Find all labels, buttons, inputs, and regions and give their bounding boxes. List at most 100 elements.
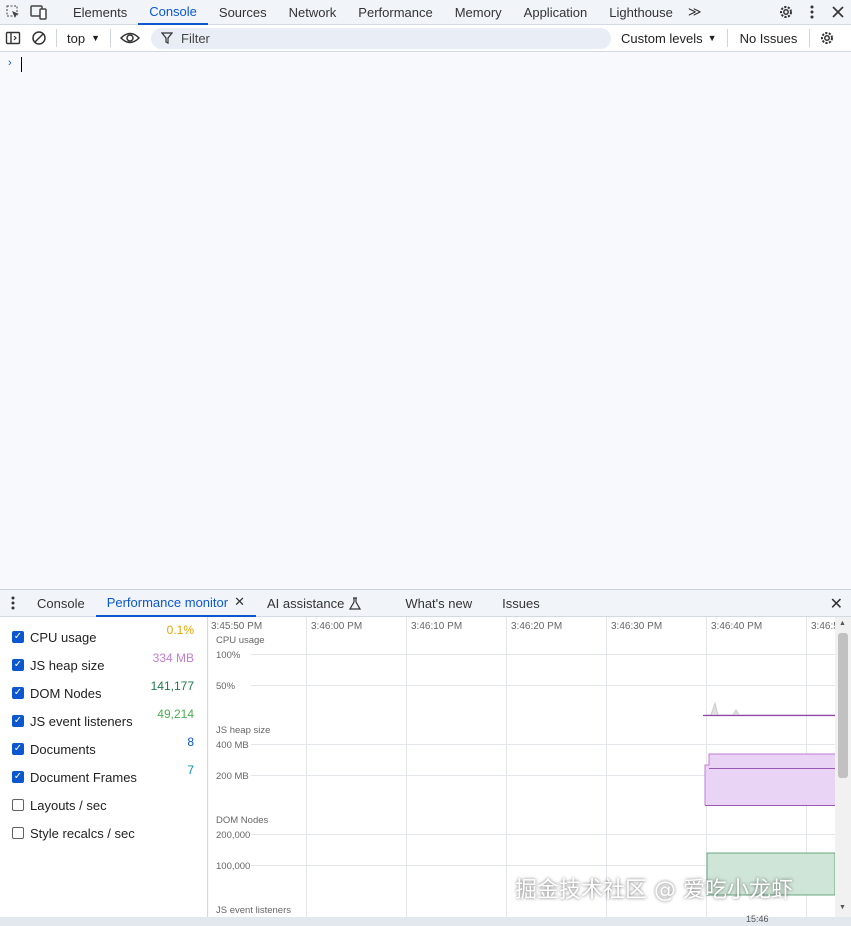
tab-console[interactable]: Console xyxy=(138,0,208,25)
metric-label: Document Frames xyxy=(30,769,137,785)
drawer-tab-label: AI assistance xyxy=(267,595,345,611)
time-label: 3:46:20 PM xyxy=(511,621,562,632)
console-settings-icon[interactable] xyxy=(814,26,840,50)
metric-style-recalcs-per-sec[interactable]: Style recalcs / sec xyxy=(12,823,202,843)
metric-label: JS event listeners xyxy=(30,713,133,729)
chevron-down-icon: ▼ xyxy=(707,33,717,43)
sidebar-toggle-icon[interactable] xyxy=(0,26,26,50)
console-toolbar: top ▼ Filter Custom levels ▼ No Issues xyxy=(0,25,851,52)
metric-value: 141,177 xyxy=(150,679,194,693)
metric-label: Documents xyxy=(30,741,96,757)
close-icon[interactable] xyxy=(825,0,851,24)
metric-value: 49,214 xyxy=(157,707,194,721)
settings-icon[interactable] xyxy=(773,0,799,24)
time-label: 3:45:50 PM xyxy=(211,621,262,632)
scroll-up-icon[interactable]: ▲ xyxy=(839,620,846,627)
drawer-tab-issues[interactable]: Issues xyxy=(491,590,551,617)
close-tab-icon[interactable]: ✕ xyxy=(234,594,245,610)
tab-sources[interactable]: Sources xyxy=(208,0,278,24)
chevron-down-icon: ▼ xyxy=(91,33,100,43)
metric-value: 0.1% xyxy=(166,623,194,637)
metric-js-heap-size[interactable]: ✓ JS heap size 334 MB xyxy=(12,651,202,675)
text-caret xyxy=(21,57,22,72)
metric-document-frames[interactable]: ✓ Document Frames 7 xyxy=(12,763,202,787)
metric-dom-nodes[interactable]: ✓ DOM Nodes 141,177 xyxy=(12,679,202,703)
tab-lighthouse[interactable]: Lighthouse xyxy=(598,0,684,24)
panel-tab-bar: Elements Console Sources Network Perform… xyxy=(0,0,851,25)
cpu-series xyxy=(705,701,835,716)
divider xyxy=(56,29,57,47)
dom-tick-label: 100,000 xyxy=(216,861,250,872)
listeners-graph-title: JS event listeners xyxy=(216,905,291,916)
filter-icon xyxy=(161,32,173,44)
drawer-tab-whats-new[interactable]: What's new xyxy=(394,590,483,617)
more-tabs-icon[interactable]: ≫ xyxy=(684,0,706,24)
drawer-tab-label: Performance monitor xyxy=(106,594,229,610)
time-label: 3:46:00 PM xyxy=(311,621,362,632)
metric-label: CPU usage xyxy=(30,629,97,645)
divider xyxy=(809,29,811,47)
horizontal-scrollbar[interactable]: 15:46 xyxy=(0,914,851,926)
dom-graph-title: DOM Nodes xyxy=(216,815,269,826)
watermark-text: 掘金技术社区 @ 爱吃小龙虾 xyxy=(515,878,793,903)
filter-input[interactable]: Filter xyxy=(151,27,611,49)
console-prompt-icon: › xyxy=(8,57,12,69)
flask-icon xyxy=(349,596,362,610)
tab-memory[interactable]: Memory xyxy=(444,0,513,24)
log-levels-label: Custom levels xyxy=(621,30,703,46)
checkbox-checked-icon[interactable]: ✓ xyxy=(12,631,24,643)
live-expression-eye-icon[interactable] xyxy=(115,26,145,50)
checkbox-checked-icon[interactable]: ✓ xyxy=(12,771,24,783)
checkbox-unchecked-icon[interactable] xyxy=(12,799,24,811)
scroll-down-icon[interactable]: ▼ xyxy=(839,904,846,911)
clear-console-icon[interactable] xyxy=(26,26,52,50)
metrics-list: ✓ CPU usage 0.1% ✓ JS heap size 334 MB ✓… xyxy=(0,617,208,917)
tab-performance[interactable]: Performance xyxy=(347,0,443,24)
drawer-tab-console[interactable]: Console xyxy=(26,590,96,617)
vertical-scrollbar[interactable]: ▲ ▼ xyxy=(835,617,851,917)
tab-elements[interactable]: Elements xyxy=(62,0,138,24)
drawer-menu-icon[interactable] xyxy=(0,591,26,615)
time-label: 3:46:10 PM xyxy=(411,621,462,632)
heap-area-series xyxy=(705,754,835,805)
dom-tick-label: 200,000 xyxy=(216,830,250,841)
metric-label: JS heap size xyxy=(30,657,105,673)
inspect-element-icon[interactable] xyxy=(0,0,26,24)
heap-graph-title: JS heap size xyxy=(216,725,270,736)
issues-button[interactable]: No Issues xyxy=(732,31,806,46)
metric-label: Style recalcs / sec xyxy=(30,825,135,841)
checkbox-checked-icon[interactable]: ✓ xyxy=(12,659,24,671)
context-label: top xyxy=(67,30,86,46)
checkbox-checked-icon[interactable]: ✓ xyxy=(12,743,24,755)
bottom-time-label: 15:46 xyxy=(746,914,769,924)
metric-label: DOM Nodes xyxy=(30,685,102,701)
divider xyxy=(110,29,111,47)
drawer-tab-bar: Console Performance monitor ✕ AI assista… xyxy=(0,589,851,617)
checkbox-checked-icon[interactable]: ✓ xyxy=(12,687,24,699)
metric-documents[interactable]: ✓ Documents 8 xyxy=(12,735,202,759)
metric-value: 334 MB xyxy=(152,651,194,665)
context-selector[interactable]: top ▼ xyxy=(61,31,106,46)
filter-placeholder: Filter xyxy=(181,30,210,46)
tab-network[interactable]: Network xyxy=(278,0,348,24)
metric-layouts-per-sec[interactable]: Layouts / sec xyxy=(12,795,202,815)
metric-cpu-usage[interactable]: ✓ CPU usage 0.1% xyxy=(12,623,202,647)
log-levels-dropdown[interactable]: Custom levels ▼ xyxy=(621,31,717,46)
drawer-tab-performance-monitor[interactable]: Performance monitor ✕ xyxy=(95,590,256,617)
tab-application[interactable]: Application xyxy=(513,0,599,24)
time-label: 3:46:30 PM xyxy=(611,621,662,632)
metric-js-event-listeners[interactable]: ✓ JS event listeners 49,214 xyxy=(12,707,202,731)
metric-label: Layouts / sec xyxy=(30,797,107,813)
console-output-area[interactable]: › xyxy=(0,53,851,589)
checkbox-unchecked-icon[interactable] xyxy=(12,827,24,839)
close-drawer-icon[interactable]: ✕ xyxy=(830,594,843,614)
more-menu-icon[interactable] xyxy=(799,0,825,24)
scrollbar-thumb[interactable] xyxy=(838,633,848,778)
divider xyxy=(726,29,728,47)
device-toolbar-icon[interactable] xyxy=(26,0,52,24)
drawer-tab-ai-assistance[interactable]: AI assistance xyxy=(256,590,372,617)
heap-tick-label: 200 MB xyxy=(216,771,249,782)
cpu-tick-label: 50% xyxy=(216,681,236,692)
metric-value: 7 xyxy=(187,763,194,777)
checkbox-checked-icon[interactable]: ✓ xyxy=(12,715,24,727)
